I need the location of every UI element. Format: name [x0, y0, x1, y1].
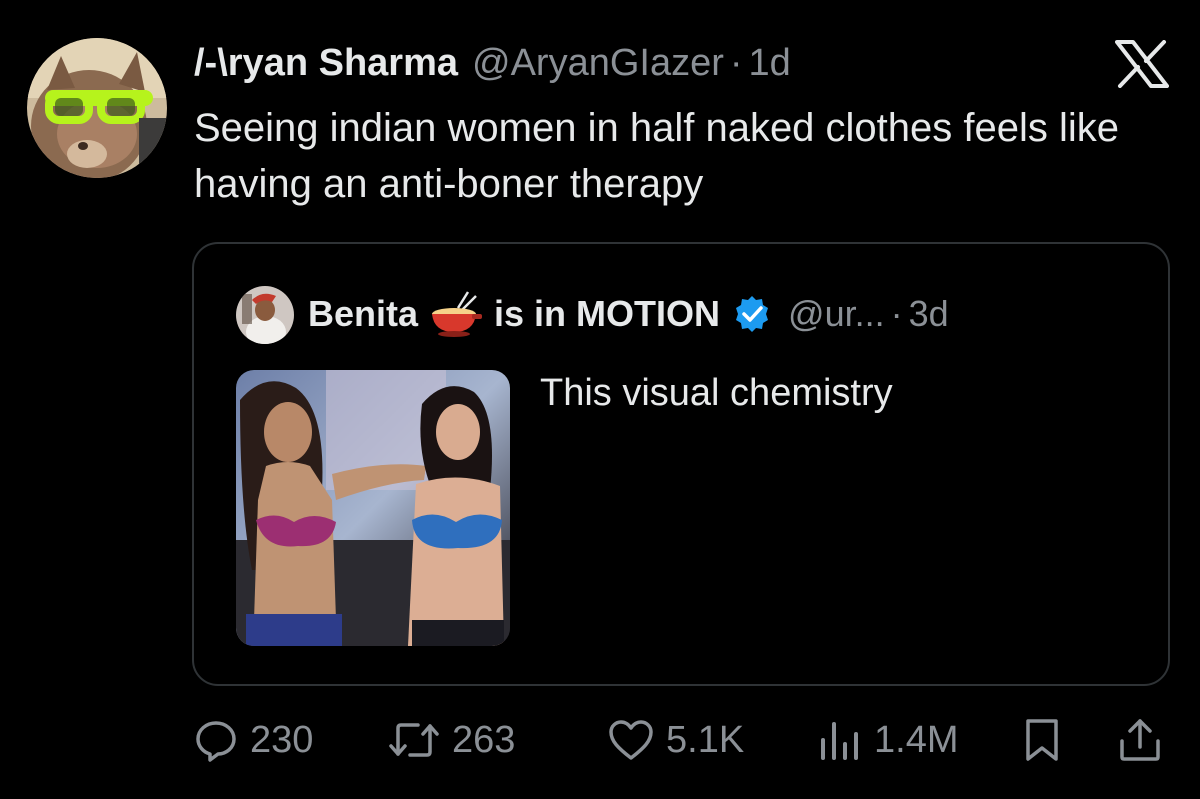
- quoted-avatar-image: [236, 286, 294, 344]
- repost-icon: [389, 723, 439, 757]
- quoted-tweet-photo[interactable]: [236, 370, 510, 646]
- heart-icon: [609, 720, 653, 760]
- quoted-author-name[interactable]: Benita: [308, 293, 418, 335]
- tweet-header: /-\ryan Sharma @AryanGIazer · 1d: [194, 38, 791, 88]
- reply-count: 230: [250, 718, 314, 761]
- quoted-author-name-suffix[interactable]: is in MOTION: [494, 293, 720, 335]
- quoted-tweet-card[interactable]: Benita is in MOTION @ur... · 3d This vis…: [192, 242, 1170, 686]
- reply-icon: [196, 721, 236, 762]
- tweet-text: Seeing indian women in half naked clothe…: [194, 106, 1120, 206]
- bookmark-button[interactable]: [1024, 710, 1060, 770]
- like-count: 5.1K: [666, 718, 745, 761]
- views-button[interactable]: 1.4M: [818, 710, 958, 770]
- view-count: 1.4M: [874, 718, 959, 761]
- quoted-tweet-timestamp[interactable]: 3d: [909, 293, 949, 335]
- fondue-icon: [428, 290, 484, 338]
- reply-button[interactable]: 230: [194, 710, 313, 770]
- author-handle[interactable]: @AryanGIazer: [472, 38, 724, 88]
- quoted-tweet-header: Benita is in MOTION @ur... · 3d: [308, 288, 949, 340]
- share-button[interactable]: [1118, 710, 1162, 770]
- tweet-action-bar: 230 263 5.1K 1.4M: [0, 710, 1200, 770]
- x-logo-icon[interactable]: [1115, 40, 1169, 88]
- bookmark-icon: [1026, 719, 1058, 761]
- quoted-tweet-text: This visual chemistry: [540, 372, 893, 414]
- quoted-header-separator: ·: [890, 293, 903, 334]
- share-icon: [1120, 719, 1160, 761]
- quoted-author-handle[interactable]: @ur...: [788, 293, 885, 335]
- cat-avatar-image: [27, 38, 167, 178]
- verified-badge-icon: [732, 294, 772, 334]
- repost-count: 263: [452, 718, 516, 761]
- repost-button[interactable]: 263: [388, 710, 515, 770]
- like-button[interactable]: 5.1K: [608, 710, 744, 770]
- tweet-timestamp[interactable]: 1d: [749, 38, 791, 88]
- views-chart-icon: [821, 722, 858, 760]
- author-display-name[interactable]: /-\ryan Sharma: [194, 38, 458, 88]
- quoted-author-avatar[interactable]: [236, 286, 294, 344]
- author-avatar[interactable]: [27, 38, 167, 178]
- tweet: /-\ryan Sharma @AryanGIazer · 1d Seeing …: [0, 0, 1200, 799]
- header-separator: ·: [729, 42, 743, 84]
